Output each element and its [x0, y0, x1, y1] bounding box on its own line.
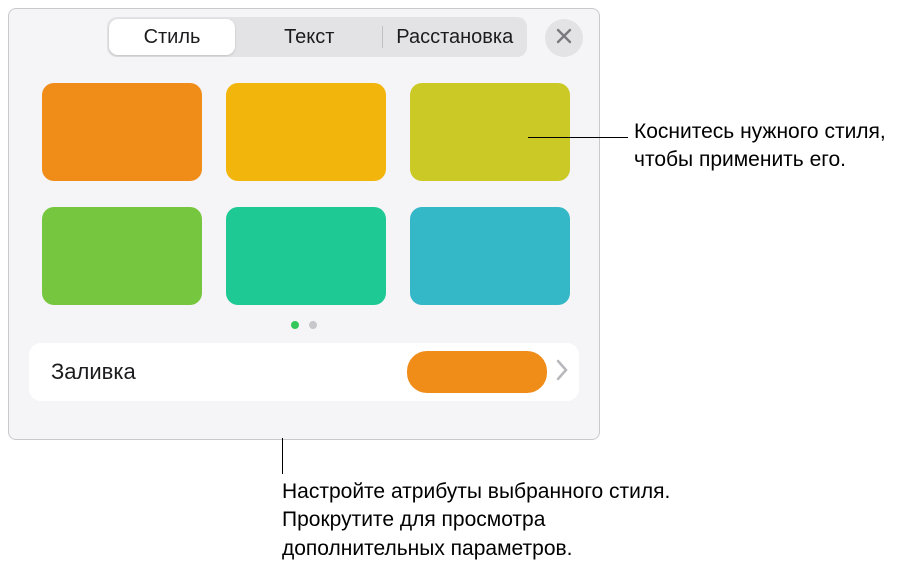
page-dot-1 — [291, 321, 299, 329]
chevron-right-icon — [555, 359, 569, 386]
tab-text-label: Текст — [284, 26, 334, 49]
style-swatch-6[interactable] — [410, 207, 570, 305]
segmented-tabs: Стиль Текст Расстановка — [107, 17, 527, 57]
style-swatch-3[interactable] — [410, 83, 570, 181]
tab-style[interactable]: Стиль — [109, 19, 235, 55]
style-swatch-2[interactable] — [226, 83, 386, 181]
callout-line-right — [528, 137, 628, 138]
page-dot-2 — [309, 321, 317, 329]
format-panel: Стиль Текст Расстановка Заливка — [8, 8, 600, 440]
style-swatch-4[interactable] — [42, 207, 202, 305]
style-swatch-1[interactable] — [42, 83, 202, 181]
fill-color-swatch[interactable] — [407, 351, 547, 393]
style-swatch-grid — [9, 65, 599, 305]
callout-line-bottom — [282, 438, 283, 474]
style-swatch-5[interactable] — [226, 207, 386, 305]
top-bar: Стиль Текст Расстановка — [9, 9, 599, 65]
tab-style-label: Стиль — [144, 26, 201, 49]
tab-arrange[interactable]: Расстановка — [383, 17, 528, 57]
callout-text-bottom: Настройте атрибуты выбранного стиля. Про… — [282, 478, 682, 563]
close-button[interactable] — [545, 19, 583, 57]
tab-text[interactable]: Текст — [237, 17, 382, 57]
tab-arrange-label: Расстановка — [396, 26, 513, 49]
fill-row[interactable]: Заливка — [29, 343, 579, 401]
close-icon — [556, 28, 572, 49]
callout-text-right: Коснитесь нужного стиля, чтобы применить… — [634, 118, 894, 175]
fill-label: Заливка — [51, 359, 407, 385]
page-indicator[interactable] — [9, 321, 599, 329]
